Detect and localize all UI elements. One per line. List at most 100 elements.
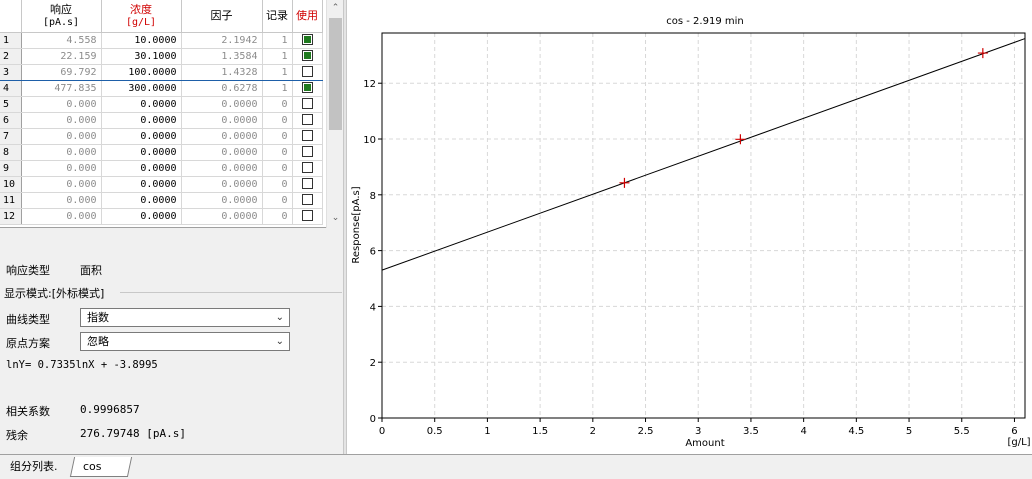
response-cell[interactable]: 0.000 <box>21 144 102 161</box>
factor-cell[interactable]: 0.0000 <box>181 208 263 225</box>
use-checkbox[interactable] <box>301 194 313 206</box>
record-cell[interactable]: 0 <box>262 128 293 145</box>
chevron-up-icon[interactable]: ⌃ <box>327 0 344 16</box>
record-column-header[interactable]: 记录 <box>262 0 293 33</box>
use-checkbox[interactable] <box>301 162 313 174</box>
factor-cell[interactable]: 0.0000 <box>181 96 263 113</box>
use-cell <box>292 176 323 193</box>
use-cell <box>292 208 323 225</box>
table-row[interactable]: 11 0.000 0.0000 0.0000 0 <box>0 192 323 209</box>
concentration-cell[interactable]: 0.0000 <box>101 112 182 129</box>
concentration-cell[interactable]: 0.0000 <box>101 208 182 225</box>
row-number: 7 <box>0 128 22 145</box>
response-cell[interactable]: 0.000 <box>21 96 102 113</box>
row-number: 11 <box>0 192 22 209</box>
factor-cell[interactable]: 0.0000 <box>181 160 263 177</box>
use-checkbox[interactable] <box>301 50 313 62</box>
record-cell[interactable]: 0 <box>262 160 293 177</box>
factor-column-header[interactable]: 因子 <box>181 0 263 33</box>
concentration-cell[interactable]: 0.0000 <box>101 128 182 145</box>
use-column-header[interactable]: 使用 <box>292 0 323 33</box>
use-checkbox[interactable] <box>301 66 313 78</box>
record-cell[interactable]: 1 <box>262 32 293 49</box>
concentration-cell[interactable]: 0.0000 <box>101 192 182 209</box>
response-cell[interactable]: 69.792 <box>21 63 102 81</box>
record-cell[interactable]: 0 <box>262 112 293 129</box>
y-tick-label: 4 <box>370 302 376 313</box>
record-cell[interactable]: 1 <box>262 80 293 97</box>
use-cell <box>292 128 323 145</box>
table-row[interactable]: 5 0.000 0.0000 0.0000 0 <box>0 96 323 113</box>
use-checkbox[interactable] <box>301 114 313 126</box>
concentration-cell[interactable]: 300.0000 <box>101 80 182 97</box>
row-number: 8 <box>0 144 22 161</box>
row-number: 1 <box>0 32 22 49</box>
use-checkbox[interactable] <box>301 130 313 142</box>
use-checkbox[interactable] <box>301 82 313 94</box>
response-cell[interactable]: 0.000 <box>21 192 102 209</box>
factor-cell[interactable]: 2.1942 <box>181 32 263 49</box>
use-cell <box>292 32 323 49</box>
chevron-down-icon[interactable]: ⌄ <box>327 210 344 226</box>
concentration-cell[interactable]: 0.0000 <box>101 176 182 193</box>
origin-scheme-select[interactable]: 忽略 ⌄ <box>80 332 290 351</box>
concentration-cell[interactable]: 0.0000 <box>101 96 182 113</box>
record-cell[interactable]: 0 <box>262 192 293 209</box>
use-cell <box>292 192 323 209</box>
concentration-cell[interactable]: 100.0000 <box>101 63 182 81</box>
table-row[interactable]: 2 22.159 30.1000 1.3584 1 <box>0 48 323 65</box>
concentration-cell[interactable]: 30.1000 <box>101 48 182 65</box>
factor-cell[interactable]: 0.0000 <box>181 192 263 209</box>
use-checkbox[interactable] <box>301 98 313 110</box>
response-cell[interactable]: 477.835 <box>21 80 102 97</box>
curve-type-selected: 指数 <box>87 311 109 324</box>
factor-cell[interactable]: 0.0000 <box>181 176 263 193</box>
factor-cell[interactable]: 1.4328 <box>181 63 263 81</box>
response-cell[interactable]: 4.558 <box>21 32 102 49</box>
table-row[interactable]: 9 0.000 0.0000 0.0000 0 <box>0 160 323 177</box>
table-row[interactable]: 1 4.558 10.0000 2.1942 1 <box>0 32 323 49</box>
concentration-column-header[interactable]: 浓度 [g/L] <box>101 0 182 33</box>
factor-cell[interactable]: 1.3584 <box>181 48 263 65</box>
record-cell[interactable]: 1 <box>262 48 293 65</box>
residual-value: 276.79748 [pA.s] <box>80 427 186 440</box>
x-tick-label: 1.5 <box>532 426 548 437</box>
correlation-label: 相关系数 <box>6 405 50 418</box>
tab-component-list[interactable]: 组分列表. <box>0 457 70 477</box>
use-checkbox[interactable] <box>301 178 313 190</box>
record-cell[interactable]: 0 <box>262 208 293 225</box>
record-cell[interactable]: 0 <box>262 144 293 161</box>
table-row[interactable]: 6 0.000 0.0000 0.0000 0 <box>0 112 323 129</box>
factor-cell[interactable]: 0.6278 <box>181 80 263 97</box>
use-checkbox[interactable] <box>301 34 313 46</box>
factor-cell[interactable]: 0.0000 <box>181 112 263 129</box>
use-checkbox[interactable] <box>301 210 313 222</box>
tab-cos[interactable]: cos <box>69 457 133 477</box>
table-row[interactable]: 4 477.835 300.0000 0.6278 1 <box>0 80 323 97</box>
record-cell[interactable]: 0 <box>262 176 293 193</box>
table-row[interactable]: 7 0.000 0.0000 0.0000 0 <box>0 128 323 145</box>
response-column-header[interactable]: 响应 [pA.s] <box>21 0 102 33</box>
factor-cell[interactable]: 0.0000 <box>181 128 263 145</box>
concentration-cell[interactable]: 10.0000 <box>101 32 182 49</box>
response-cell[interactable]: 22.159 <box>21 48 102 65</box>
response-cell[interactable]: 0.000 <box>21 176 102 193</box>
curve-type-select[interactable]: 指数 ⌄ <box>80 308 290 327</box>
concentration-cell[interactable]: 0.0000 <box>101 144 182 161</box>
table-scrollbar[interactable]: ⌃ ⌄ <box>326 0 343 228</box>
concentration-cell[interactable]: 0.0000 <box>101 160 182 177</box>
response-cell[interactable]: 0.000 <box>21 128 102 145</box>
table-row[interactable]: 8 0.000 0.0000 0.0000 0 <box>0 144 323 161</box>
response-cell[interactable]: 0.000 <box>21 160 102 177</box>
response-cell[interactable]: 0.000 <box>21 208 102 225</box>
table-row[interactable]: 3 69.792 100.0000 1.4328 1 <box>0 63 323 81</box>
row-number: 6 <box>0 112 22 129</box>
factor-cell[interactable]: 0.0000 <box>181 144 263 161</box>
use-checkbox[interactable] <box>301 146 313 158</box>
table-row[interactable]: 10 0.000 0.0000 0.0000 0 <box>0 176 323 193</box>
table-row[interactable]: 12 0.000 0.0000 0.0000 0 <box>0 208 323 225</box>
record-cell[interactable]: 0 <box>262 96 293 113</box>
scrollbar-thumb[interactable] <box>329 18 342 130</box>
response-cell[interactable]: 0.000 <box>21 112 102 129</box>
record-cell[interactable]: 1 <box>262 63 293 81</box>
